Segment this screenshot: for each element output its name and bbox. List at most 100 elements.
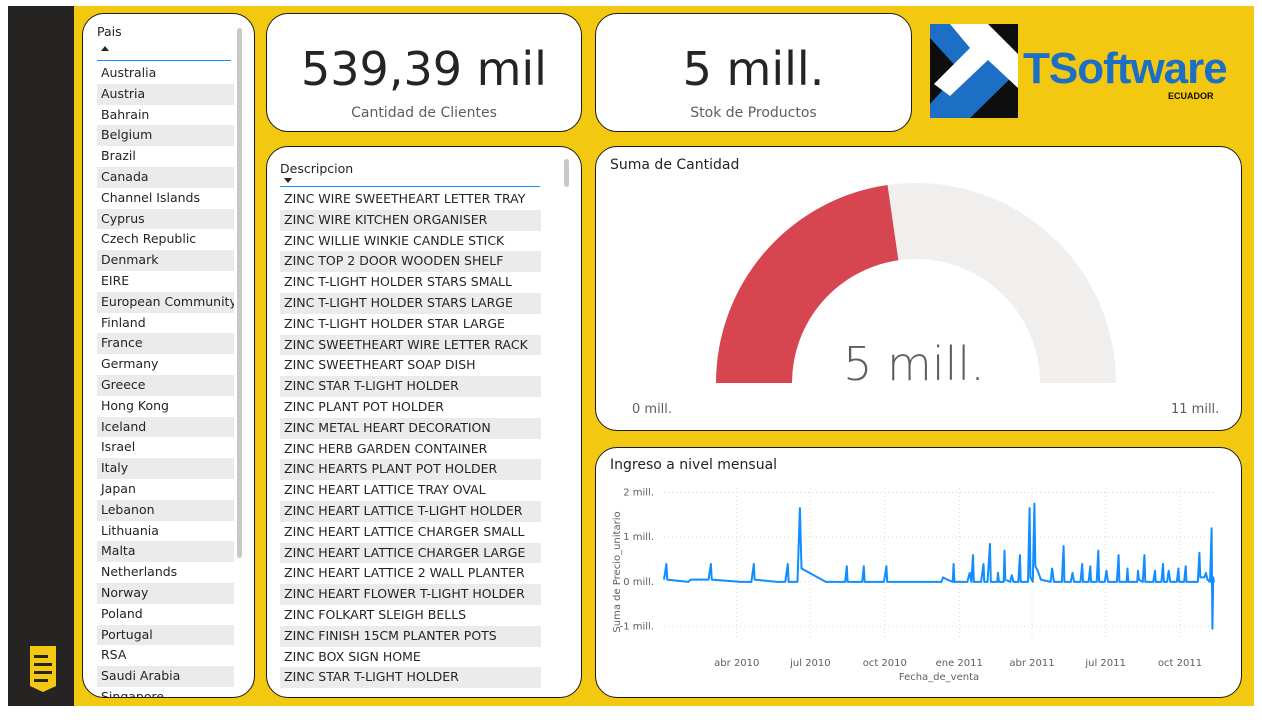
pais-item[interactable]: Malta [97,541,234,563]
descripcion-item[interactable]: ZINC TOP 2 DOOR WOODEN SHELF [280,251,541,273]
sort-descending-icon[interactable] [284,178,292,183]
pais-item[interactable]: Cyprus [97,208,234,230]
tsoftware-brand: TSoftware [1023,44,1228,93]
descripcion-item[interactable]: ZINC SWEETHEART WIRE LETTER RACK [280,334,541,356]
pais-scrollbar[interactable] [237,28,242,558]
descripcion-slicer: Descripcion ZINC WIRE SWEETHEART LETTER … [266,146,582,698]
pais-item[interactable]: Channel Islands [97,188,234,209]
descripcion-item[interactable]: ZINC PLANT POT HOLDER [280,397,541,418]
x-tick-label: abr 2011 [1009,658,1054,669]
pais-item[interactable]: Norway [97,582,234,604]
tsoftware-logo-mark [930,24,1018,118]
pais-item[interactable]: Greece [97,374,234,396]
y-tick-label: 2 mill. [623,487,654,498]
y-tick-label: -1 mill. [620,622,654,633]
pais-item[interactable]: Lebanon [97,499,234,521]
pais-item[interactable]: Israel [97,437,234,458]
pais-item[interactable]: EIRE [97,271,234,292]
left-nav-bar [8,6,74,706]
gauge-min-label: 0 mill. [632,402,673,417]
pais-item[interactable]: Portugal [97,624,234,646]
descripcion-item[interactable]: ZINC HEART LATTICE T-LIGHT HOLDER [280,500,541,522]
pais-item[interactable]: Canada [97,166,234,188]
gauge-max-label: 11 mill. [1171,402,1220,417]
tsoftware-logo: TSoftware ECUADOR [930,24,1230,119]
descripcion-item[interactable]: ZINC WIRE KITCHEN ORGANISER [280,209,541,231]
pais-slicer-list: Australia Austria Bahrain Belgium Brazil Cana… [97,63,234,697]
descripcion-item[interactable]: ZINC STAR T-LIGHT HOLDER [280,376,541,397]
pais-slicer-header[interactable]: Pais [97,24,231,61]
kpi-clientes-label: Cantidad de Clientes [351,105,497,121]
pais-item[interactable]: Saudi Arabia [97,666,234,687]
descripcion-item[interactable]: ZINC WILLIE WINKIE CANDLE STICK [280,231,541,252]
descripcion-item[interactable]: ZINC FINISH 15CM PLANTER POTS [280,625,541,647]
pais-item[interactable]: Iceland [97,416,234,438]
pais-item[interactable]: Italy [97,458,234,479]
ingreso-line-chart: 2 mill. 1 mill. 0 mill. -1 mill. abr 2010 jul… [612,487,1215,683]
descripcion-item[interactable]: ZINC SWEETHEART SOAP DISH [280,355,541,376]
tsoftware-sub: ECUADOR [1168,91,1214,101]
y-axis-title: Suma de Precio_unitario [612,511,623,632]
pais-item[interactable]: Denmark [97,250,234,271]
descripcion-scrollbar[interactable] [564,159,569,187]
kpi-stock-value: 5 mill. [682,42,825,96]
descripcion-slicer-header[interactable]: Descripcion [280,161,540,187]
pais-slicer-title: Pais [97,24,122,39]
descripcion-item[interactable]: ZINC HEART FLOWER T-LIGHT HOLDER [280,584,541,605]
pais-item[interactable]: Bahrain [97,105,234,126]
x-tick-label: oct 2010 [863,658,907,669]
pais-item[interactable]: European Community [97,291,234,313]
pais-slicer: Pais Australia Austria Bahrain Belgium Brazi… [82,13,255,698]
descripcion-item[interactable]: ZINC HEART LATTICE 2 WALL PLANTER [280,563,541,584]
sort-ascending-icon[interactable] [101,46,109,51]
descripcion-item[interactable]: ZINC BOX SIGN HOME [280,647,541,668]
pais-item[interactable]: Brazil [97,146,234,167]
report-canvas: Pais Australia Austria Bahrain Belgium Brazi… [74,6,1254,706]
descripcion-slicer-title: Descripcion [280,161,354,176]
x-tick-label: ene 2011 [936,658,983,669]
x-tick-label: jul 2011 [1084,658,1126,669]
x-axis-title: Fecha_de_venta [899,672,979,683]
x-tick-label: abr 2010 [714,658,759,669]
y-tick-label: 1 mill. [623,532,654,543]
pais-item[interactable]: Singapore [97,687,234,697]
gauge-value-label: 5 mill. [843,337,985,391]
descripcion-item[interactable]: ZINC FOLKART SLEIGH BELLS [280,605,541,626]
x-tick-label: oct 2011 [1158,658,1202,669]
gauge-card: Suma de Cantidad 5 mill. 0 mill. 11 mill… [595,146,1242,431]
descripcion-item[interactable]: ZINC T-LIGHT HOLDER STARS SMALL [280,272,541,293]
ingreso-chart-card: Ingreso a nivel mensual 2 mill. 1 mill. 0 … [595,447,1242,698]
pais-item[interactable]: Belgium [97,125,234,147]
kpi-stock-card: 5 mill. Stok de Productos [595,13,912,132]
descripcion-item[interactable]: ZINC T-LIGHT HOLDER STARS LARGE [280,292,541,314]
pais-item[interactable]: Poland [97,604,234,625]
pais-item[interactable]: Hong Kong [97,396,234,417]
descripcion-item[interactable]: ZINC HEART LATTICE CHARGER SMALL [280,522,541,543]
pais-item[interactable]: Australia [97,63,234,84]
descripcion-item[interactable]: ZINC METAL HEART DECORATION [280,417,541,439]
series-line [663,502,1215,630]
descripcion-item[interactable]: ZINC HEART LATTICE CHARGER LARGE [280,542,541,564]
descripcion-item[interactable]: ZINC T-LIGHT HOLDER STAR LARGE [280,314,541,335]
descripcion-item[interactable]: ZINC HERB GARDEN CONTAINER [280,439,541,460]
kpi-clientes-value: 539,39 mil [301,42,547,96]
pais-item[interactable]: Austria [97,83,234,105]
pais-item[interactable]: Czech Republic [97,229,234,250]
y-tick-label: 0 mill. [623,577,654,588]
pais-item[interactable]: Japan [97,479,234,500]
x-tick-label: jul 2010 [789,658,831,669]
pais-item[interactable]: Lithuania [97,521,234,542]
pais-item[interactable]: Finland [97,313,234,334]
pages-icon[interactable] [30,646,56,692]
descripcion-slicer-list: ZINC WIRE SWEETHEART LETTER TRAY ZINC WIR… [280,189,541,689]
descripcion-item[interactable]: ZINC STAR T-LIGHT HOLDER [280,667,541,689]
kpi-stock-label: Stok de Productos [690,105,817,121]
kpi-clientes-card: 539,39 mil Cantidad de Clientes [266,13,582,132]
pais-item[interactable]: Netherlands [97,562,234,583]
pais-item[interactable]: France [97,333,234,355]
descripcion-item[interactable]: ZINC HEART LATTICE TRAY OVAL [280,480,541,501]
descripcion-item[interactable]: ZINC WIRE SWEETHEART LETTER TRAY [280,189,541,210]
pais-item[interactable]: RSA [97,645,234,666]
descripcion-item[interactable]: ZINC HEARTS PLANT POT HOLDER [280,459,541,481]
pais-item[interactable]: Germany [97,354,234,375]
